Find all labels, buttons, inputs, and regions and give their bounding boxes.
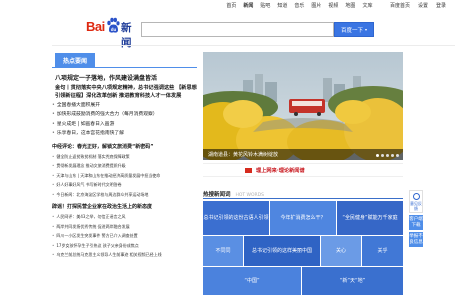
hot-word-text: “新”天“地” <box>339 277 366 284</box>
list-item[interactable]: 全国春播大面积展开 <box>52 101 197 111</box>
list-item[interactable]: 星火成炬 | 如画春日入画游 <box>52 120 197 130</box>
feedback-button[interactable]: 意见反馈 <box>409 190 423 213</box>
hot-word-text: 关心 <box>335 247 346 254</box>
search-button-label: 百度一下 <box>340 27 363 34</box>
paw-icon: du <box>107 17 120 33</box>
nav-map[interactable]: 地图 <box>342 2 359 9</box>
settings-link[interactable]: 设置 <box>414 2 432 9</box>
hot-word-tile[interactable]: “新”天“地” <box>302 267 403 295</box>
feedback-label: 意见反馈 <box>410 201 422 211</box>
app-download-label: 客户端下载 <box>409 217 423 228</box>
hot-word-tile[interactable]: “全民健身”赋能万千家庭 <box>337 201 403 235</box>
list-item[interactable]: 四川一小区发生突发事件 警方已介入调查处置 <box>52 231 197 241</box>
carousel-photo <box>203 52 403 160</box>
header-divider <box>52 45 455 46</box>
hot-word-tile[interactable]: 总书记引领的这份古语人引领 <box>203 201 269 235</box>
carousel-dot[interactable] <box>381 154 384 157</box>
chevron-down-icon: ▾ <box>365 27 368 32</box>
login-link[interactable]: 登录 <box>432 2 450 9</box>
carousel-dot[interactable] <box>376 154 379 157</box>
list-item[interactable]: 两岸共同发扬优秀传统 促进两岸融合发展 <box>52 222 197 232</box>
hot-word-text: “中国” <box>244 277 260 284</box>
carousel-dots <box>376 154 399 157</box>
nav-news[interactable]: 新闻 <box>240 2 257 9</box>
flag-icon <box>245 168 252 173</box>
side-toolbar: 意见反馈 客户端下载 举报不良信息 <box>409 190 423 249</box>
list-item[interactable]: 乐享春日，这本宫花指南快了解 <box>52 129 197 139</box>
hot-word-tile[interactable]: 今年扩消费怎么干？ <box>270 201 336 235</box>
hot-words-title: 热搜新闻词 HOT WORDS <box>203 190 264 198</box>
hot-word-tile[interactable]: 关乎 <box>362 236 403 266</box>
sub-headline[interactable]: 中经评论：春光正好，解锁文旅消费“新密码” <box>52 142 197 152</box>
nav-video[interactable]: 视频 <box>325 2 342 9</box>
photo-carousel[interactable]: 湖南道县：黄花风铃木满树绽放 <box>203 52 403 160</box>
hot-word-text: 关乎 <box>377 247 388 254</box>
headline-secondary[interactable]: 金句丨贯彻落实中央八项规定精神，总书记强调这些 【新思想引领新征程】深化改革创新… <box>52 84 197 101</box>
list-item[interactable]: 乌克兰前总统马克思主义领导人生前事迹 相关视频已经上线 <box>52 250 197 260</box>
nav-home[interactable]: 首页 <box>223 2 240 9</box>
nav-tieba[interactable]: 贴吧 <box>257 2 274 9</box>
bottom-news-list: 人民网评：美43之举，勿信正谣言之风 两岸共同发扬优秀传统 促进两岸融合发展 四… <box>52 212 197 260</box>
list-item[interactable]: 加快形成鼓励消费的强大合力（每月消费观察） <box>52 110 197 120</box>
sub-news-list: 健全防止返贫致贫机制 落实兜底保障政策 贯彻新发展理念 推动文旅消费提质升级 天… <box>52 152 197 200</box>
nav-zhidao[interactable]: 知道 <box>274 2 291 9</box>
feedback-icon <box>412 193 420 200</box>
hot-words-underline <box>203 198 403 199</box>
carousel-dot[interactable] <box>391 154 394 157</box>
carousel-dot[interactable] <box>386 154 389 157</box>
list-item[interactable]: 17岁女孩怀孕生子引热议 孩子父亲身份成焦点 <box>52 241 197 251</box>
hot-word-text: 总书记引领的这样美丽中国 <box>251 247 312 254</box>
list-item[interactable]: 今日新闻：北京海淀区学校与周边群众共享运动场地 <box>52 190 197 200</box>
hot-word-text: 今年扩消费怎么干？ <box>280 214 326 221</box>
hot-word-text: 不同同 <box>215 247 231 254</box>
carousel-dot[interactable] <box>396 154 399 157</box>
logo-bai-text: Bai <box>86 19 105 34</box>
search-button[interactable]: 百度一下 ▾ <box>334 22 374 37</box>
hot-word-tile[interactable]: 不同同 <box>203 236 243 266</box>
nav-right-links: 百度首页 设置 登录 <box>386 2 450 9</box>
hot-word-text: “全民健身”赋能万千家庭 <box>342 214 398 221</box>
list-item[interactable]: 贯彻新发展理念 推动文旅消费提质升级 <box>52 161 197 171</box>
report-button[interactable]: 举报不良信息 <box>409 232 423 247</box>
nav-music[interactable]: 音乐 <box>291 2 308 9</box>
report-label: 举报不良信息 <box>409 234 423 245</box>
photo-caption[interactable]: 湖南道县：黄花风铃木满树绽放 <box>208 151 278 158</box>
list-item[interactable]: 健全防止返贫致贫机制 落实兜底保障政策 <box>52 152 197 162</box>
top-nav: 首页 新闻 贴吧 知道 音乐 图片 视频 地图 文库 百度首页 设置 登录 <box>223 2 450 9</box>
list-item[interactable]: 天津与山东 | 天津和山东在推动经济高质量发展中担当使命 <box>52 171 197 181</box>
banner-title: 理上网来·理论新闻谱 <box>256 168 305 174</box>
hot-word-tile[interactable]: “中国” <box>203 267 301 295</box>
theory-banner[interactable]: 理上网来·理论新闻谱 <box>203 163 403 177</box>
hot-word-text: 总书记引领的这份古语人引领 <box>203 214 269 221</box>
nav-wenku[interactable]: 文库 <box>359 2 376 9</box>
hot-word-tile[interactable]: 关心 <box>321 236 361 266</box>
search-input[interactable] <box>141 22 334 37</box>
baidu-news-logo[interactable]: Bai du 新闻 <box>86 16 141 49</box>
logo-paw-text: du <box>111 27 117 32</box>
nav-images[interactable]: 图片 <box>308 2 325 9</box>
list-item[interactable]: 好人好事好风气 书写新时代文明答卷 <box>52 180 197 190</box>
hot-word-tile[interactable]: 总书记引领的这样美丽中国 <box>244 236 320 266</box>
app-download-button[interactable]: 客户端下载 <box>409 215 423 230</box>
tab-hot-news[interactable]: 热点要闻 <box>55 53 96 68</box>
sub-headline-2[interactable]: 辟谣！打探民营企业家在政治生活上的新态度 <box>52 202 197 212</box>
headline-main[interactable]: 八项规定一子落地，作风建设满盘皆活 <box>52 75 197 84</box>
baidu-home-link[interactable]: 百度首页 <box>386 2 414 9</box>
list-item[interactable]: 人民网评：美43之举，勿信正谣言之风 <box>52 212 197 222</box>
news-list: 全国春播大面积展开 加快形成鼓励消费的强大合力（每月消费观察） 星火成炬 | 如… <box>52 101 197 139</box>
hot-news-column: 热点要闻 八项规定一子落地，作风建设满盘皆活 金句丨贯彻落实中央八项规定精神，总… <box>52 48 197 260</box>
